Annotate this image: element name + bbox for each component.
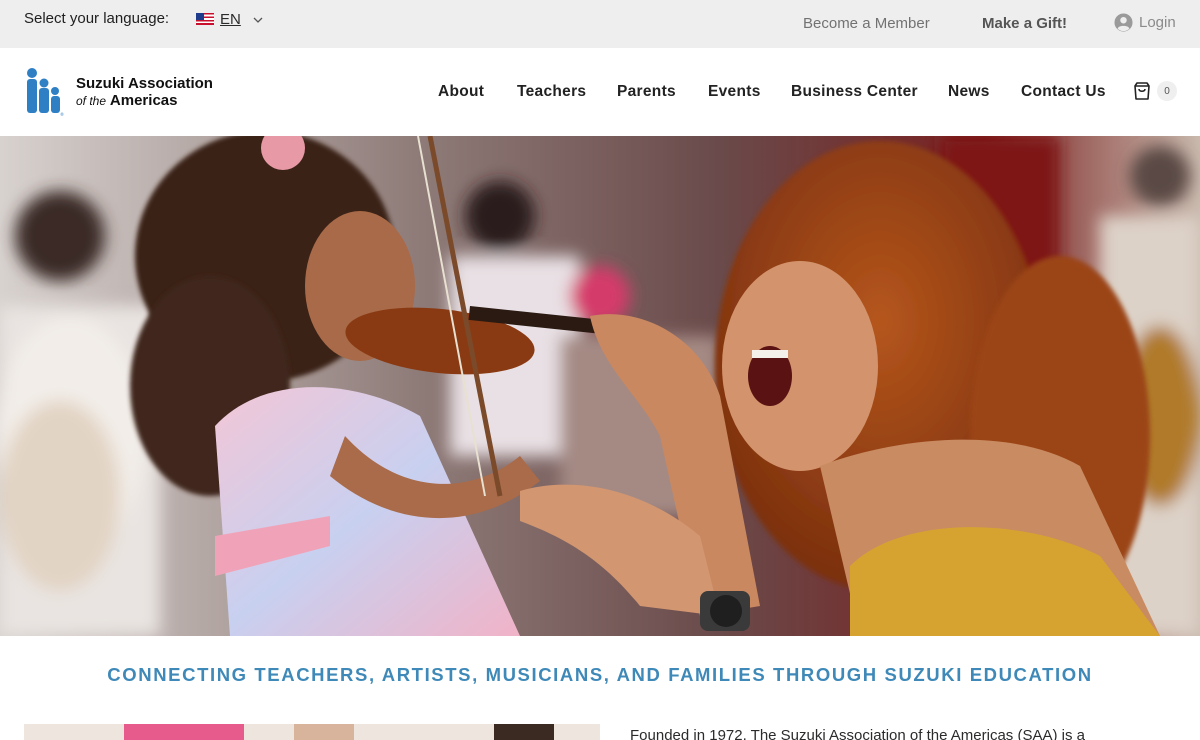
- utility-bar: Select your language: EN Become a Member…: [0, 0, 1200, 48]
- intro-photo: [24, 724, 600, 740]
- logo-wordmark: Suzuki Association of the Americas: [76, 75, 213, 110]
- nav-item-events[interactable]: Events: [708, 83, 761, 101]
- login-link[interactable]: Login: [1114, 13, 1176, 32]
- login-label: Login: [1139, 14, 1176, 31]
- nav-item-parents[interactable]: Parents: [617, 83, 676, 101]
- make-gift-link[interactable]: Make a Gift!: [982, 15, 1067, 32]
- language-selector[interactable]: EN: [196, 9, 241, 29]
- become-member-link[interactable]: Become a Member: [803, 15, 930, 32]
- nav-item-teachers[interactable]: Teachers: [517, 83, 586, 101]
- language-code[interactable]: EN: [220, 11, 241, 28]
- logo-line-1: Suzuki Association: [76, 74, 213, 92]
- intro-paragraph: Founded in 1972, The Suzuki Association …: [630, 727, 1085, 740]
- logo-line-2: of the Americas: [76, 92, 213, 110]
- language-label: Select your language:: [24, 10, 170, 27]
- site-header: ® Suzuki Association of the Americas Abo…: [0, 48, 1200, 136]
- cart-button[interactable]: 0: [1132, 81, 1177, 101]
- logo-line-2-main: Americas: [109, 91, 178, 109]
- nav-item-about[interactable]: About: [438, 83, 484, 101]
- shopping-bag-icon: [1134, 82, 1150, 100]
- nav-item-contact-us[interactable]: Contact Us: [1021, 83, 1106, 101]
- chevron-down-icon[interactable]: [252, 14, 264, 26]
- hero-image: [0, 136, 1200, 636]
- nav-item-business-center[interactable]: Business Center: [791, 83, 918, 101]
- suzuki-logo-icon: ®: [27, 68, 64, 117]
- nav-item-news[interactable]: News: [948, 83, 990, 101]
- site-logo[interactable]: ® Suzuki Association of the Americas: [24, 67, 213, 117]
- logo-line-2-prefix: of the: [76, 93, 107, 108]
- tagline-heading: CONNECTING TEACHERS, ARTISTS, MUSICIANS,…: [107, 664, 1093, 685]
- cart-count-badge: 0: [1157, 81, 1177, 101]
- user-circle-icon: [1114, 13, 1133, 32]
- us-flag-icon: [196, 13, 214, 25]
- svg-text:®: ®: [60, 112, 64, 117]
